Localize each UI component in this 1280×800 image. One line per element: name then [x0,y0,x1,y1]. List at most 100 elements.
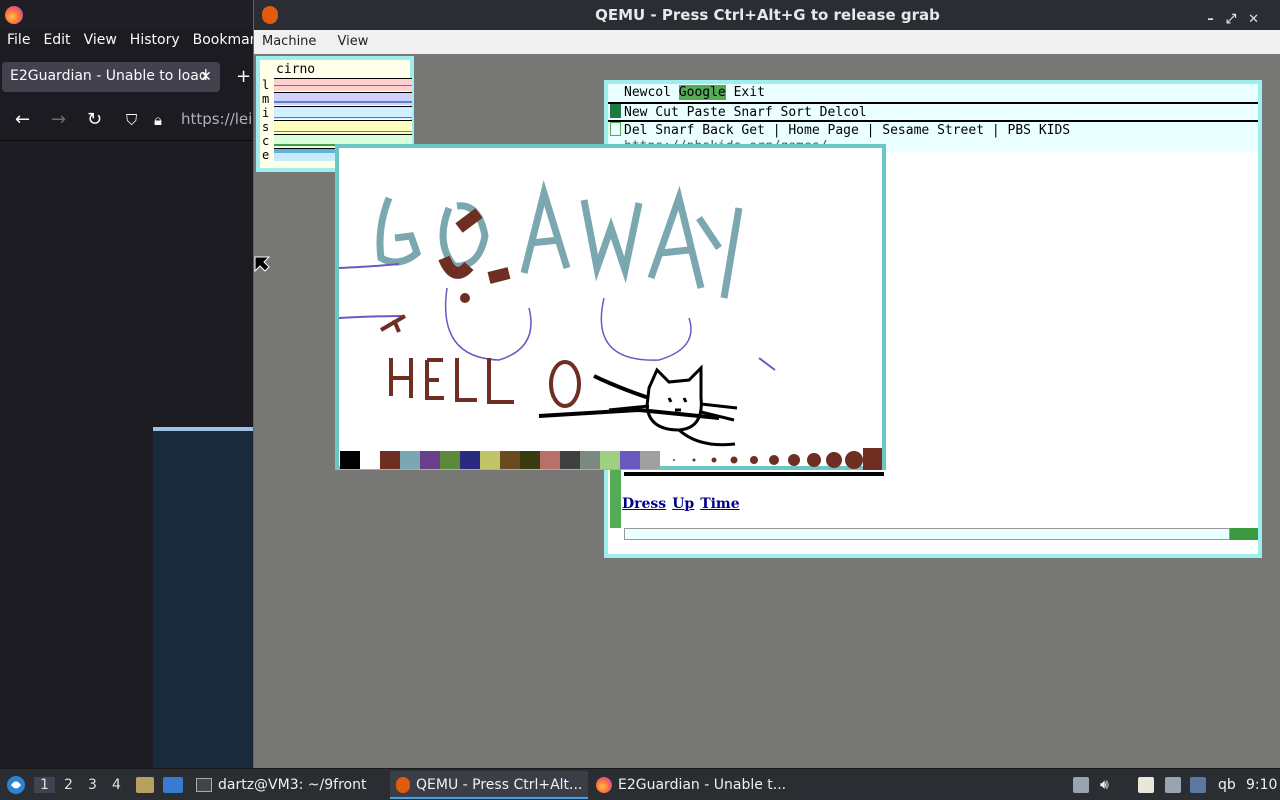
background-panel [153,427,254,768]
horizontal-scrollbar[interactable] [624,528,1230,540]
palette-swatch[interactable] [440,451,460,469]
palette-swatch[interactable] [460,451,480,469]
menu-machine[interactable]: Machine [254,34,324,49]
taskbar-qemu[interactable]: QEMU - Press Ctrl+Alt... [390,771,588,799]
divider [0,140,254,141]
brush-size [769,455,779,465]
palette-swatch[interactable] [540,451,560,469]
palette-swatch[interactable] [360,451,380,469]
stroke [460,293,470,303]
palette-swatch[interactable] [500,451,520,469]
qbittorrent-icon[interactable]: qb [1218,777,1236,793]
start-menu-icon[interactable] [6,775,26,795]
back-icon[interactable]: ← [15,109,30,130]
column-tag[interactable]: Newcol Google Exit [608,84,1258,102]
taskbar-label: E2Guardian - Unable t... [618,777,787,793]
menu-file[interactable]: File [0,30,36,52]
brush-size [863,448,882,470]
notes-icon[interactable] [1138,777,1154,793]
stroke [379,314,407,333]
page-links: Dress Up Time [622,493,746,512]
brush-size [730,456,738,464]
stat-graph [274,78,412,91]
paint-window[interactable] [335,144,886,470]
stroke [455,208,483,233]
stroke [339,315,405,319]
workspace-2[interactable]: 2 [64,777,73,793]
new-tab-icon[interactable]: + [236,66,251,87]
menu-history[interactable]: History [123,30,186,52]
page-tag[interactable]: Del Snarf Back Get | Home Page | Sesame … [608,120,1258,138]
palette-swatch[interactable] [600,451,620,469]
stroke [677,428,736,447]
firefox-window: File Edit View History Bookmarks E2Guard… [0,0,271,768]
palette-swatch[interactable] [640,451,660,469]
stroke [758,357,776,371]
reload-icon[interactable]: ↻ [87,109,102,130]
taskbar: 1 2 3 4 dartz@VM3: ~/9front QEMU - Press… [0,768,1280,800]
palette-swatch[interactable] [380,451,400,469]
file-manager-icon[interactable] [136,777,154,793]
palette-swatch[interactable] [560,451,580,469]
palette-swatch[interactable] [620,451,640,469]
brush-size [845,451,863,469]
url-bar[interactable]: https://leig [181,110,262,128]
window-title: QEMU - Press Ctrl+Alt+G to release grab [595,6,940,24]
qemu-icon [396,777,410,793]
workspace-1[interactable]: 1 [34,777,55,793]
stat-label: e [262,148,270,162]
google-button[interactable]: Google [678,85,726,100]
update-notifier-icon[interactable] [1190,777,1206,793]
link[interactable]: Time [700,496,739,512]
machine-name: cirno [276,62,316,77]
stat-graph [274,120,412,133]
workspace-4[interactable]: 4 [112,777,121,793]
menu-view[interactable]: View [330,34,377,49]
brush-size [711,457,717,463]
window-tag[interactable]: New Cut Paste Snarf Sort Delcol [608,102,1258,120]
menu-edit[interactable]: Edit [36,30,76,52]
browser-tab[interactable]: E2Guardian - Unable to load [2,62,220,92]
tab-close-icon[interactable]: ✕ [200,69,212,85]
workspace-3[interactable]: 3 [88,777,97,793]
palette-swatch[interactable] [420,451,440,469]
stroke [549,360,581,408]
palette-swatch[interactable] [340,451,360,469]
taskbar-label: QEMU - Press Ctrl+Alt... [416,777,583,793]
clock[interactable]: 9:10 [1246,777,1277,793]
stroke [376,196,422,266]
qemu-titlebar: QEMU - Press Ctrl+Alt+G to release grab … [254,0,1280,30]
brush-size [673,459,675,461]
link[interactable]: Up [672,496,694,512]
tab-title: E2Guardian - Unable to load [10,68,208,84]
firefox-menubar: File Edit View History Bookmarks [0,30,271,52]
stroke [444,287,532,361]
palette-swatch[interactable] [520,451,540,469]
palette-swatch[interactable] [480,451,500,469]
stat-graph [274,92,412,105]
newcol-button[interactable]: Newcol [624,85,671,100]
firefox-tabbar: E2Guardian - Unable to load ✕ [0,58,254,96]
lock-icon[interactable]: 🔒︎ [154,111,162,129]
taskbar-terminal[interactable]: dartz@VM3: ~/9front [192,771,387,799]
volume-icon[interactable]: 🔊︎ [1100,777,1109,793]
taskbar-label: dartz@VM3: ~/9front [218,777,367,793]
horizontal-scroll-thumb[interactable] [1230,528,1258,540]
drawing-canvas[interactable] [339,148,882,466]
taskbar-firefox[interactable]: E2Guardian - Unable t... [592,771,792,799]
forward-icon[interactable]: → [51,109,66,130]
palette-swatch[interactable] [580,451,600,469]
palette-swatch[interactable] [400,451,420,469]
firefox-titlebar [0,0,254,30]
brush-sizes [673,448,882,470]
firefox-icon [596,777,612,793]
brush-size [826,452,842,468]
show-desktop-icon[interactable] [163,777,183,793]
network-icon[interactable] [1165,777,1181,793]
exit-button[interactable]: Exit [734,85,765,100]
link[interactable]: Dress [622,496,666,512]
shield-icon[interactable]: ⛉ [126,111,137,129]
clipboard-icon[interactable] [1073,777,1089,793]
menu-view[interactable]: View [77,30,123,52]
stroke [647,185,705,289]
